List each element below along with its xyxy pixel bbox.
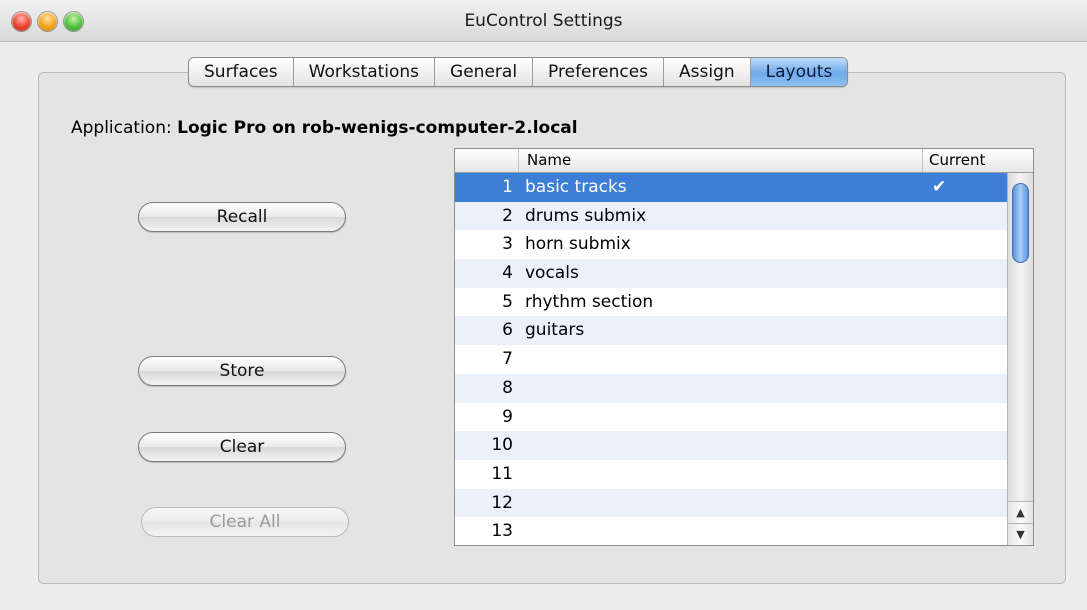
column-header-number[interactable]	[455, 149, 519, 172]
current-checkmark-icon: ✔	[932, 177, 947, 197]
table-row[interactable]: 6 guitars	[455, 316, 1007, 346]
row-name: rhythm section	[525, 291, 654, 312]
row-name: horn submix	[525, 234, 631, 255]
application-line: Application: Logic Pro on rob-wenigs-com…	[71, 118, 578, 138]
table-row[interactable]: 7	[455, 345, 1007, 374]
table-row[interactable]: 5 rhythm section	[455, 288, 1007, 317]
table-row[interactable]: 3 horn submix	[455, 230, 1007, 259]
row-number: 9	[502, 406, 513, 427]
tab-assign[interactable]: Assign	[664, 58, 751, 86]
clear-all-button: Clear All	[141, 507, 349, 537]
application-label: Application:	[71, 118, 172, 138]
application-value: Logic Pro on rob-wenigs-computer-2.local	[177, 118, 578, 138]
table-header: Name Current	[455, 149, 1033, 173]
column-header-current[interactable]: Current	[923, 149, 1005, 172]
row-number: 6	[502, 320, 513, 341]
title-bar: EuControl Settings	[0, 0, 1087, 42]
scroll-down-icon[interactable]: ▼	[1008, 523, 1033, 545]
row-number: 11	[491, 463, 513, 484]
vertical-scrollbar[interactable]: ▲ ▼	[1007, 173, 1033, 545]
table-body: 1 basic tracks ✔ 2 drums submix 3 horn submix 4…	[455, 173, 1007, 545]
row-name: guitars	[525, 320, 585, 341]
scroll-up-icon[interactable]: ▲	[1008, 501, 1033, 523]
tab-general[interactable]: General	[435, 58, 534, 86]
row-name: drums submix	[525, 205, 647, 226]
table-row[interactable]: 1 basic tracks ✔	[455, 173, 1007, 202]
tab-bar: Surfaces Workstations General Preference…	[188, 57, 849, 87]
row-number: 13	[491, 521, 513, 542]
layouts-table: Name Current 1 basic tracks ✔ 2 drums submix…	[454, 148, 1034, 546]
row-number: 4	[502, 263, 513, 284]
table-row[interactable]: 11	[455, 460, 1007, 489]
tab-layouts[interactable]: Layouts	[750, 58, 848, 86]
row-number: 3	[502, 234, 513, 255]
recall-button[interactable]: Recall	[138, 202, 346, 232]
row-number: 8	[502, 377, 513, 398]
scrollbar-thumb[interactable]	[1012, 183, 1029, 263]
table-row[interactable]: 4 vocals	[455, 259, 1007, 288]
clear-button[interactable]: Clear	[138, 432, 346, 462]
row-number: 2	[502, 205, 513, 226]
row-name: vocals	[525, 263, 579, 284]
table-row[interactable]: 13	[455, 517, 1007, 545]
table-row[interactable]: 9	[455, 403, 1007, 432]
tab-surfaces[interactable]: Surfaces	[189, 58, 294, 86]
row-number: 12	[491, 492, 513, 513]
table-row[interactable]: 10	[455, 431, 1007, 460]
row-number: 5	[502, 291, 513, 312]
row-number: 7	[502, 349, 513, 370]
tab-workstations[interactable]: Workstations	[294, 58, 436, 86]
row-number: 1	[502, 177, 513, 197]
row-number: 10	[491, 435, 513, 456]
tab-preferences[interactable]: Preferences	[533, 58, 665, 86]
row-name: basic tracks	[525, 177, 627, 197]
store-button[interactable]: Store	[138, 356, 346, 386]
table-row[interactable]: 8	[455, 373, 1007, 403]
table-row[interactable]: 2 drums submix	[455, 201, 1007, 231]
window-title: EuControl Settings	[464, 11, 623, 31]
table-row[interactable]: 12	[455, 488, 1007, 518]
column-header-name[interactable]: Name	[519, 149, 923, 172]
